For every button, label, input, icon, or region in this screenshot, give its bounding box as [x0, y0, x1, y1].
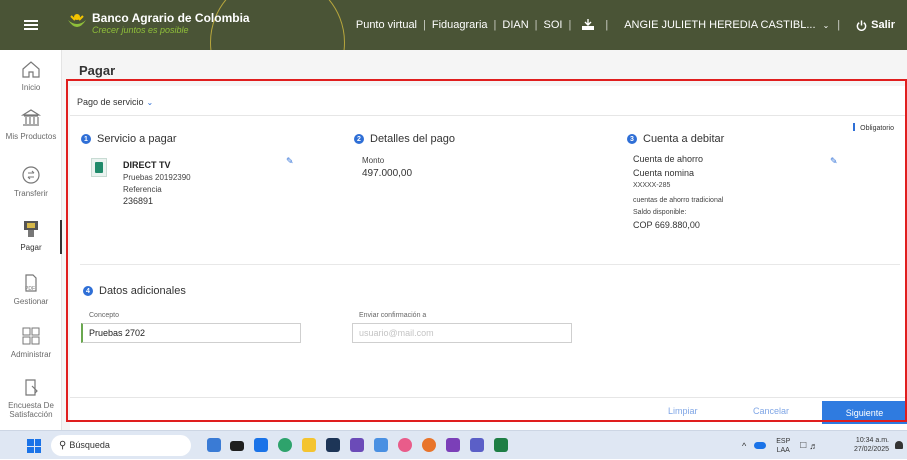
- brand[interactable]: Banco Agrario de Colombia Crecer juntos …: [66, 12, 250, 36]
- menu-button[interactable]: [0, 0, 62, 50]
- page-title: Pagar: [79, 63, 116, 78]
- clock[interactable]: 10:34 a.m. 27/02/2025: [854, 436, 889, 454]
- app-edge-icon[interactable]: [278, 438, 292, 452]
- admin-grid-icon: [22, 327, 40, 345]
- time: 10:34 a.m.: [855, 437, 889, 444]
- download-tray-icon[interactable]: [581, 19, 595, 31]
- sidebar-item-encuesta[interactable]: Encuesta De Satisfacción: [0, 376, 62, 419]
- hamburger-icon: [24, 18, 38, 32]
- chevron-down-icon: ⌄: [822, 21, 830, 30]
- top-bar: Banco Agrario de Colombia Crecer juntos …: [0, 0, 907, 50]
- home-icon: [22, 61, 40, 78]
- user-menu[interactable]: ANGIE JULIETH HEREDIA CASTIBL... ⌄: [624, 19, 829, 31]
- app-outlook-icon[interactable]: [254, 438, 268, 452]
- taskbar-search[interactable]: ⚲ Búsqueda: [51, 435, 191, 456]
- top-links: Punto virtual | Fiduagraria | DIAN | SOI…: [356, 0, 907, 50]
- pay-icon: [24, 221, 38, 237]
- svg-text:PDF: PDF: [25, 286, 35, 292]
- manage-icon: PDF: [25, 274, 37, 292]
- power-icon: [856, 19, 867, 31]
- brand-slogan: Crecer juntos es posible: [92, 25, 189, 35]
- main-content: Pagar Pago de servicio ⌄ Obligatorio 1 Se…: [62, 50, 907, 433]
- sidebar-item-gestionar[interactable]: PDF Gestionar: [0, 272, 62, 306]
- cloud-icon[interactable]: [754, 442, 767, 449]
- separator: |: [837, 19, 841, 31]
- bank-icon: [20, 109, 42, 126]
- highlight-frame: [66, 79, 907, 422]
- app-copilot-icon[interactable]: [446, 438, 460, 452]
- app-photos-icon[interactable]: [398, 438, 412, 452]
- language-code: ESP: [776, 437, 791, 445]
- language-indicator[interactable]: ESP LAA: [776, 437, 790, 455]
- sidebar: Inicio Mis Productos Transferir Pagar PD…: [0, 50, 62, 430]
- survey-icon: [25, 379, 38, 396]
- logout-label: Salir: [871, 19, 895, 31]
- app-taskview-icon[interactable]: [230, 441, 244, 451]
- taskbar: ⚲ Búsqueda ^ ESP LAA □ ♬ 10:34 a.m. 27/02…: [0, 430, 907, 459]
- link-fiduagraria[interactable]: Fiduagraria: [432, 19, 488, 31]
- app-firefox-icon[interactable]: [422, 438, 436, 452]
- link-soi[interactable]: SOI: [544, 19, 563, 31]
- link-dian[interactable]: DIAN: [502, 19, 528, 31]
- sidebar-item-label: Gestionar: [13, 297, 49, 306]
- sidebar-item-label: Encuesta De Satisfacción: [8, 401, 54, 419]
- app-generic-icon[interactable]: [374, 438, 388, 452]
- sidebar-item-label: Mis Productos: [5, 132, 57, 141]
- app-excel-icon[interactable]: [494, 438, 508, 452]
- separator: |: [568, 19, 572, 31]
- date: 27/02/2025: [853, 446, 889, 453]
- sidebar-item-transferir[interactable]: Transferir: [0, 164, 62, 198]
- sidebar-item-label: Inicio: [21, 83, 41, 92]
- separator: |: [534, 19, 538, 31]
- app-people-icon[interactable]: [207, 438, 221, 452]
- system-tray: ^ ESP LAA □ ♬: [742, 431, 818, 460]
- windows-start-icon[interactable]: [27, 439, 41, 453]
- language-layout: LAA: [776, 446, 790, 454]
- transfer-icon: [22, 166, 40, 184]
- separator: |: [493, 19, 497, 31]
- user-name: ANGIE JULIETH HEREDIA CASTIBL...: [624, 19, 816, 31]
- app-store-icon[interactable]: [326, 438, 340, 452]
- app-onenote-icon[interactable]: [350, 438, 364, 452]
- brand-logo-icon: [68, 14, 86, 27]
- chevron-up-icon[interactable]: ^: [742, 441, 746, 451]
- volume-icon[interactable]: ♬: [809, 441, 818, 451]
- search-placeholder: Búsqueda: [69, 440, 110, 450]
- brand-name: Banco Agrario de Colombia: [92, 11, 250, 25]
- sidebar-item-label: Pagar: [20, 243, 42, 252]
- app-teams-icon[interactable]: [470, 438, 484, 452]
- link-punto-virtual[interactable]: Punto virtual: [356, 19, 417, 31]
- network-icon[interactable]: □: [800, 440, 806, 451]
- search-icon: ⚲: [59, 440, 67, 451]
- sidebar-item-label: Transferir: [14, 189, 48, 198]
- logout-button[interactable]: Salir: [856, 19, 895, 31]
- separator: |: [423, 19, 426, 31]
- sidebar-item-label: Administrar: [10, 350, 52, 359]
- sidebar-item-mis-productos[interactable]: Mis Productos: [0, 107, 62, 141]
- separator: |: [605, 19, 609, 31]
- sidebar-item-inicio[interactable]: Inicio: [0, 58, 62, 92]
- sidebar-item-administrar[interactable]: Administrar: [0, 325, 62, 359]
- notification-bell-icon[interactable]: [895, 441, 903, 449]
- sidebar-item-pagar[interactable]: Pagar: [0, 218, 62, 254]
- app-explorer-icon[interactable]: [302, 438, 316, 452]
